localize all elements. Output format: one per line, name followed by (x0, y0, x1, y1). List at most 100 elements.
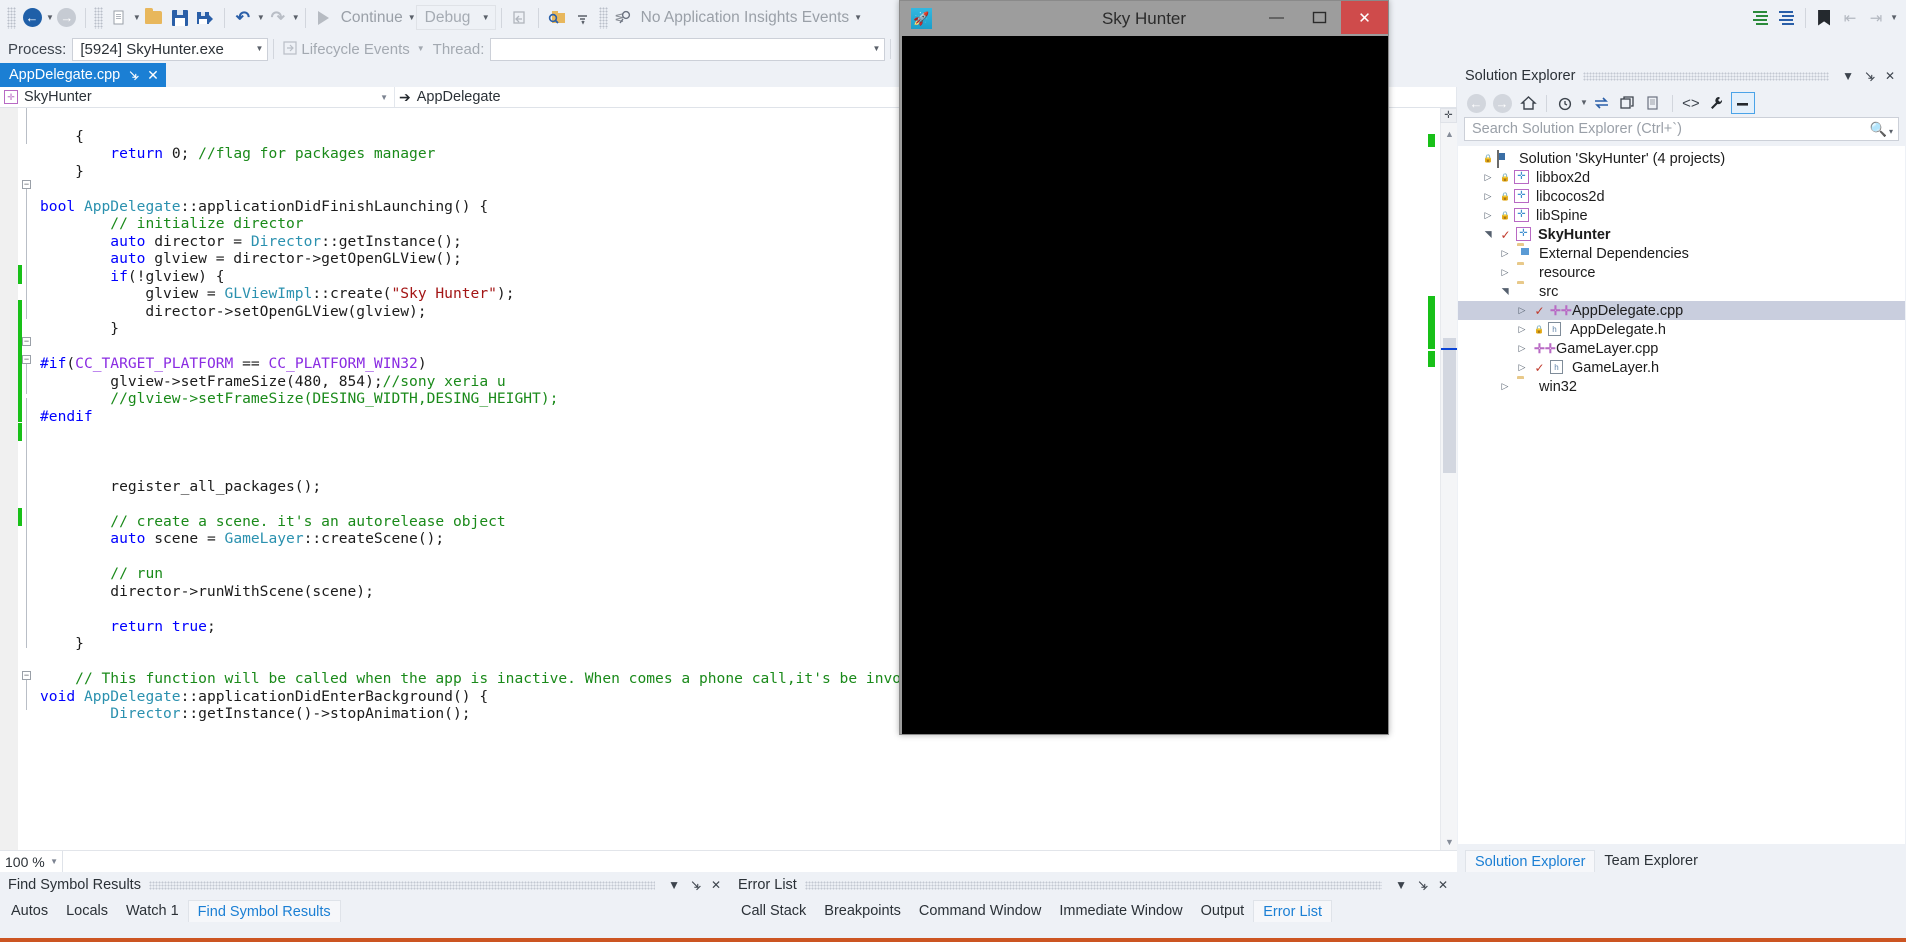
thread-combo[interactable]: ▼ (490, 37, 886, 61)
toolbar-grip-2[interactable] (93, 6, 103, 29)
tree-node[interactable]: ◢ ✓ ✛ SkyHunter (1458, 225, 1905, 244)
start-debug-icon[interactable] (311, 5, 337, 31)
continue-dropdown-icon[interactable]: ▼ (408, 13, 416, 22)
tab-immediate-window[interactable]: Immediate Window (1050, 900, 1191, 922)
editor-splitter-handle[interactable]: ✛ (1440, 108, 1457, 123)
new-item-dropdown-icon[interactable]: ▼ (133, 13, 141, 22)
tree-node[interactable]: ▷ External Dependencies (1458, 244, 1905, 263)
panel-grip[interactable] (148, 880, 656, 890)
collapse-arrow-icon[interactable]: ▷ (1498, 267, 1512, 278)
tree-node[interactable]: ▷ resource (1458, 263, 1905, 282)
tree-node[interactable]: ▷ ✓ ✛✛ AppDelegate.cpp (1458, 301, 1905, 320)
close-icon[interactable]: ✕ (147, 67, 159, 84)
redo-dropdown-icon[interactable]: ▼ (292, 13, 300, 22)
panel-grip[interactable] (804, 880, 1383, 890)
pin-icon[interactable]: ⇥ (124, 65, 143, 84)
find-dropdown-icon[interactable] (570, 5, 596, 31)
editor-tab-appdelegate-cpp[interactable]: AppDelegate.cpp ⇥ ✕ (0, 63, 166, 87)
tab-solution-explorer[interactable]: Solution Explorer (1465, 850, 1596, 872)
scope-combo[interactable]: SkyHunter ▼ (0, 87, 395, 107)
bookmark-icon[interactable] (1811, 5, 1837, 31)
expand-arrow-icon[interactable]: ◢ (1500, 285, 1511, 299)
save-all-icon[interactable] (193, 5, 219, 31)
debug-configuration-combo[interactable]: Debug ▼ (415, 5, 496, 30)
tab-locals[interactable]: Locals (57, 900, 117, 922)
fold-collapse-box[interactable]: − (22, 180, 31, 189)
fold-collapse-box[interactable]: − (22, 671, 31, 680)
collapse-arrow-icon[interactable]: ▷ (1481, 210, 1495, 221)
game-window-title-bar[interactable]: 🚀 Sky Hunter — ✕ (900, 1, 1388, 36)
tab-error-list[interactable]: Error List (1253, 900, 1333, 922)
collapse-arrow-icon[interactable]: ▷ (1498, 248, 1512, 259)
back-icon[interactable]: ← (1464, 92, 1488, 114)
editor-indicator-margin[interactable] (0, 108, 18, 850)
navigate-back-icon[interactable]: ← (19, 5, 45, 31)
solution-explorer-tree[interactable]: 🔒 Solution 'SkyHunter' (4 projects) ▷ 🔒 ✛ lib… (1457, 145, 1906, 845)
lifecycle-events-label[interactable]: Lifecycle Events (301, 41, 409, 58)
tree-node[interactable]: ▷ win32 (1458, 377, 1905, 396)
tab-autos[interactable]: Autos (2, 900, 57, 922)
scrollbar-thumb[interactable] (1443, 338, 1456, 473)
view-code-icon[interactable]: <> (1679, 92, 1703, 114)
chevron-down-icon[interactable]: ▼ (663, 878, 685, 892)
tree-node[interactable]: ▷ 🔒 h AppDelegate.h (1458, 320, 1905, 339)
find-in-files-icon[interactable] (544, 5, 570, 31)
forward-icon[interactable]: → (1490, 92, 1514, 114)
home-icon[interactable] (1516, 92, 1540, 114)
game-render-canvas[interactable] (902, 36, 1388, 734)
chevron-down-icon[interactable]: ▼ (1390, 878, 1412, 892)
app-insights-label[interactable]: No Application Insights Events (637, 9, 854, 27)
collapse-arrow-icon[interactable]: ▷ (1515, 362, 1529, 373)
undo-dropdown-icon[interactable]: ▼ (257, 13, 265, 22)
collapse-arrow-icon[interactable]: ▷ (1498, 381, 1512, 392)
fold-collapse-box[interactable]: − (22, 355, 31, 364)
navigate-forward-icon[interactable]: → (54, 5, 80, 31)
fold-collapse-box[interactable]: − (22, 337, 31, 346)
scroll-up-icon[interactable]: ▲ (1441, 125, 1457, 142)
tab-watch-1[interactable]: Watch 1 (117, 900, 188, 922)
new-item-icon[interactable] (106, 5, 132, 31)
zoom-level-combo[interactable]: 100 % ▼ (0, 851, 63, 872)
editor-vertical-scrollbar[interactable]: ▲ ▼ (1440, 108, 1457, 850)
collapse-arrow-icon[interactable]: ▷ (1515, 324, 1529, 335)
bookmark-overflow-icon[interactable]: ▼ (1890, 13, 1898, 22)
close-icon[interactable]: ✕ (706, 878, 726, 892)
pending-changes-dropdown-icon[interactable]: ▼ (1580, 99, 1588, 107)
editor-outlining-margin[interactable]: − − − − (22, 108, 40, 850)
sky-hunter-game-window[interactable]: 🚀 Sky Hunter — ✕ (899, 0, 1389, 735)
tab-call-stack[interactable]: Call Stack (732, 900, 815, 922)
collapse-arrow-icon[interactable]: ▷ (1481, 191, 1495, 202)
chevron-down-icon[interactable]: ▼ (1837, 69, 1859, 83)
open-file-icon[interactable] (141, 5, 167, 31)
uncomment-selection-icon[interactable] (1774, 5, 1800, 31)
code-text[interactable]: { return 0; //flag for packages manager … (40, 128, 910, 723)
preview-selected-items-icon[interactable] (1730, 92, 1755, 114)
tab-output[interactable]: Output (1192, 900, 1254, 922)
tree-node[interactable]: ▷ 🔒 ✛ libbox2d (1458, 168, 1905, 187)
close-icon[interactable]: ✕ (1880, 69, 1900, 83)
next-bookmark-icon[interactable]: ⇥ (1863, 5, 1889, 31)
scroll-down-icon[interactable]: ▼ (1441, 833, 1457, 850)
collapse-arrow-icon[interactable]: ▷ (1515, 305, 1529, 316)
tree-node[interactable]: ▷ ✓ h GameLayer.h (1458, 358, 1905, 377)
save-icon[interactable] (167, 5, 193, 31)
previous-bookmark-icon[interactable]: ⇤ (1837, 5, 1863, 31)
process-combo[interactable]: [5924] SkyHunter.exe ▼ (72, 37, 269, 61)
navigate-back-dropdown-icon[interactable]: ▼ (46, 13, 54, 22)
search-icon[interactable]: 🔍 ▾ (1870, 121, 1893, 138)
tree-node[interactable]: ▷ 🔒 ✛ libSpine (1458, 206, 1905, 225)
tab-command-window[interactable]: Command Window (910, 900, 1051, 922)
pin-icon[interactable]: ⇥ (682, 872, 708, 898)
toolbar-grip-3[interactable] (598, 6, 608, 29)
solution-explorer-search[interactable]: Search Solution Explorer (Ctrl+`) 🔍 ▾ (1464, 117, 1899, 141)
close-icon[interactable]: ✕ (1433, 878, 1453, 892)
properties-icon[interactable] (1705, 92, 1729, 114)
tree-node[interactable]: ◢ src (1458, 282, 1905, 301)
expand-arrow-icon[interactable]: ◢ (1483, 228, 1494, 242)
panel-grip[interactable] (1583, 71, 1830, 81)
show-all-files-icon[interactable] (1642, 92, 1666, 114)
toolbar-grip[interactable] (7, 6, 16, 29)
undo-icon[interactable]: ↶ (230, 5, 256, 31)
sync-with-active-document-icon[interactable] (1590, 92, 1614, 114)
tree-node[interactable]: 🔒 Solution 'SkyHunter' (4 projects) (1458, 149, 1905, 168)
